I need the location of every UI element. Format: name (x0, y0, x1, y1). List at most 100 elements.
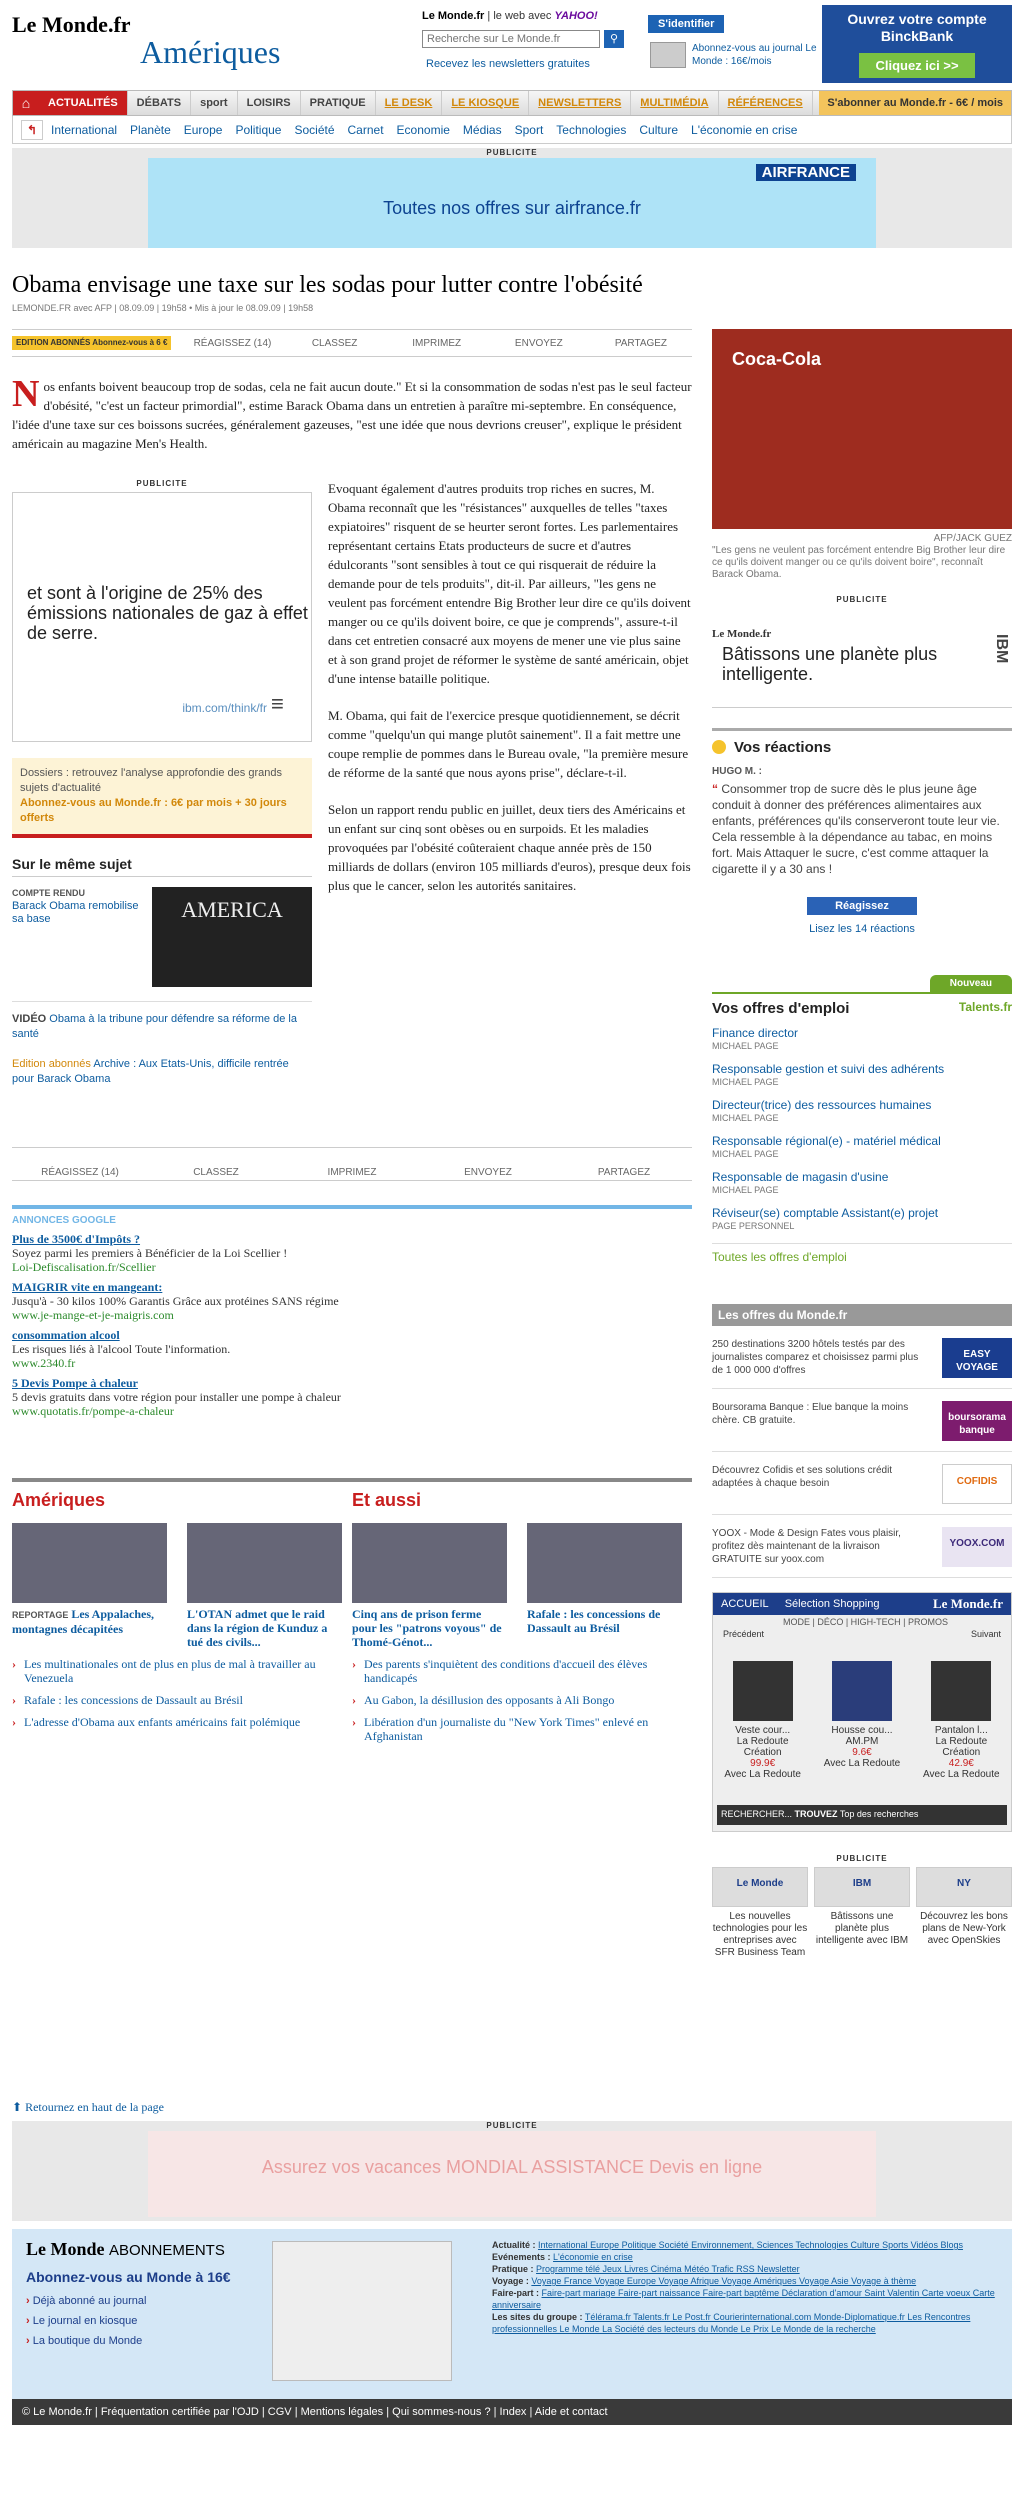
card-image[interactable] (12, 1523, 167, 1603)
send-button[interactable]: ENVOYEZ (420, 1167, 556, 1178)
subnav-societe[interactable]: Société (294, 123, 334, 137)
card-image[interactable] (187, 1523, 342, 1603)
ibm-ad[interactable]: et sont à l'origine de 25% des émissions… (12, 492, 312, 742)
binck-button[interactable]: Cliquez ici >> (859, 53, 975, 78)
job-item[interactable]: Finance director MICHAEL PAGE (712, 1027, 1012, 1053)
offer-text[interactable]: YOOX - Mode & Design Fates vous plaisir,… (712, 1527, 932, 1567)
product-name[interactable]: Housse cou... (822, 1725, 902, 1736)
subscribe-title[interactable]: Abonnez-vous au Monde à 16€ (26, 2269, 231, 2285)
sitemap-links[interactable]: Programme télé Jeux Livres Cinéma Météo … (536, 2264, 800, 2274)
offer-item[interactable]: YOOX - Mode & Design Fates vous plaisir,… (712, 1527, 1012, 1578)
subnav-europe[interactable]: Europe (184, 123, 223, 137)
product-item[interactable]: Veste cour... La Redoute Création 99.9€ Avec… (723, 1661, 803, 1780)
related-link[interactable]: Barack Obama remobilise sa base (12, 900, 139, 925)
product-item[interactable]: Housse cou... AM.PM 9.6€ Avec La Redoute (822, 1661, 902, 1780)
nav-multimedia[interactable]: MULTIMÉDIA (631, 91, 719, 115)
search-input[interactable] (422, 30, 600, 48)
shop-selection-tab[interactable]: Sélection Shopping (777, 1598, 888, 1610)
shop-home-tab[interactable]: ACCUEIL (713, 1598, 777, 1610)
nav-sport[interactable]: sport (191, 91, 238, 115)
ad-url[interactable]: www.quotatis.fr/pompe-a-chaleur (12, 1404, 692, 1418)
share-button[interactable]: PARTAGEZ (556, 1167, 692, 1178)
back-to-top-text[interactable]: Retournez en haut de la page (25, 2100, 164, 2114)
ad-url[interactable]: Loi-Defiscalisation.fr/Scellier (12, 1260, 692, 1274)
binckbank-ad[interactable]: Ouvrez votre compte BinckBank Cliquez ici… (822, 5, 1012, 83)
offer-item[interactable]: 250 destinations 3200 hôtels testés par … (712, 1338, 1012, 1389)
react-cta-button[interactable]: Réagissez (807, 897, 917, 915)
product-name[interactable]: Pantalon l... (921, 1725, 1001, 1736)
subscribe-nav-button[interactable]: S'abonner au Monde.fr - 6€ / mois (819, 91, 1011, 115)
subnav-economie[interactable]: Economie (397, 123, 450, 137)
nav-references[interactable]: RÉFÉRENCES (719, 91, 813, 115)
ad-url[interactable]: www.je-mange-et-je-maigris.com (12, 1308, 692, 1322)
sitemap-links[interactable]: Voyage France Voyage Europe Voyage Afriq… (531, 2276, 916, 2286)
section-link[interactable]: Au Gabon, la désillusion des opposants à… (352, 1693, 692, 1707)
login-button[interactable]: S'identifier (648, 15, 725, 33)
google-ad[interactable]: Plus de 3500€ d'Impôts ? Soyez parmi les … (12, 1232, 692, 1274)
card-image[interactable] (527, 1523, 682, 1603)
section-card[interactable]: L'OTAN admet que le raid dans la région … (187, 1523, 342, 1649)
react-button[interactable]: RÉAGISSEZ (14) (12, 1167, 148, 1178)
card-title[interactable]: L'OTAN admet que le raid dans la région … (187, 1607, 327, 1649)
footer-link[interactable]: Le journal en kiosque (26, 2311, 147, 2331)
nav-le-desk[interactable]: LE DESK (376, 91, 443, 115)
ad-url[interactable]: www.2340.fr (12, 1356, 692, 1370)
offer-item[interactable]: Boursorama Banque : Elue banque la moins… (712, 1401, 1012, 1452)
section-card[interactable]: Cinq ans de prison ferme pour les "patro… (352, 1523, 507, 1649)
job-item[interactable]: Responsable de magasin d'usine MICHAEL PA… (712, 1171, 1012, 1197)
footer-link[interactable]: La boutique du Monde (26, 2331, 147, 2351)
cofidis-logo[interactable]: COFIDIS (942, 1464, 1012, 1504)
job-title[interactable]: Réviseur(se) comptable Assistant(e) proj… (712, 1206, 938, 1220)
offer-text[interactable]: 250 destinations 3200 hôtels testés par … (712, 1338, 932, 1378)
subnav-economie-crise[interactable]: L'économie en crise (691, 123, 797, 137)
shop-category-tabs[interactable]: MODE | DÉCO | HIGH-TECH | PROMOS (713, 1615, 1011, 1627)
section-card[interactable]: Rafale : les concessions de Dassault au … (527, 1523, 682, 1649)
ad-headline[interactable]: Plus de 3500€ d'Impôts ? (12, 1232, 692, 1246)
subnav-culture[interactable]: Culture (639, 123, 678, 137)
classify-button[interactable]: CLASSEZ (284, 338, 386, 349)
newsletters-link[interactable]: Recevez les newsletters gratuites (426, 58, 590, 70)
top-searches-link[interactable]: Top des recherches (840, 1809, 919, 1819)
send-button[interactable]: ENVOYEZ (488, 338, 590, 349)
nav-newsletters[interactable]: NEWSLETTERS (529, 91, 632, 115)
small-ad[interactable]: NY Découvrez les bons plans de New-York a… (916, 1867, 1012, 1959)
nav-actualites[interactable]: ACTUALITÉS (39, 91, 128, 115)
nav-loisirs[interactable]: LOISIRS (238, 91, 301, 115)
google-ad[interactable]: 5 Devis Pompe à chaleur 5 devis gratuits … (12, 1376, 692, 1418)
job-title[interactable]: Responsable de magasin d'usine (712, 1170, 888, 1184)
sitemap-links[interactable]: L'économie en crise (553, 2252, 633, 2262)
product-image[interactable] (732, 1661, 793, 1721)
easyvoyage-logo[interactable]: EASY VOYAGE (942, 1338, 1012, 1378)
sitemap-links[interactable]: Faire-part mariage Faire-part naissance … (492, 2288, 995, 2310)
footer-link[interactable]: Déjà abonné au journal (26, 2291, 147, 2311)
subnav-sport[interactable]: Sport (515, 123, 544, 137)
shop-search-input[interactable]: RECHERCHER... (721, 1809, 792, 1819)
print-button[interactable]: IMPRIMEZ (386, 338, 488, 349)
print-button[interactable]: IMPRIMEZ (284, 1167, 420, 1178)
ibm-side-ad[interactable]: Le Monde.fr Bâtissons une planète plus i… (712, 628, 1012, 708)
react-button[interactable]: RÉAGISSEZ (14) (181, 338, 283, 349)
ad-text[interactable]: Bâtissons une planète plus intelligente … (816, 1911, 908, 1946)
next-button[interactable]: Suivant (971, 1629, 1001, 1639)
ad-text[interactable]: Les nouvelles technologies pour les entr… (713, 1911, 808, 1958)
ad-image[interactable]: IBM (814, 1867, 910, 1907)
ad-text[interactable]: Découvrez les bons plans de New-York ave… (920, 1911, 1008, 1946)
section-card[interactable]: REPORTAGE Les Appalaches, montagnes déca… (12, 1523, 167, 1649)
ad-headline[interactable]: consommation alcool (12, 1328, 692, 1342)
section-link[interactable]: Rafale : les concessions de Dassault au … (12, 1693, 352, 1707)
job-item[interactable]: Réviseur(se) comptable Assistant(e) proj… (712, 1207, 1012, 1233)
subnav-planete[interactable]: Planète (130, 123, 171, 137)
product-image[interactable] (831, 1661, 892, 1721)
job-title[interactable]: Finance director (712, 1026, 798, 1040)
magazines-image[interactable] (272, 2241, 452, 2381)
job-item[interactable]: Responsable régional(e) - matériel médic… (712, 1135, 1012, 1161)
footer-bar[interactable]: © Le Monde.fr | Fréquentation certifiée … (12, 2399, 1012, 2425)
offer-text[interactable]: Boursorama Banque : Elue banque la moins… (712, 1401, 932, 1441)
sitemap-links[interactable]: International Europe Politique Société E… (538, 2240, 963, 2250)
google-ad[interactable]: MAIGRIR vite en mangeant: Jusqu'à - 30 ki… (12, 1280, 692, 1322)
journal-subscribe-link[interactable]: Abonnez-vous au journal Le Monde : 16€/m… (648, 42, 818, 68)
yoox-logo[interactable]: YOOX.COM (942, 1527, 1012, 1567)
nav-le-kiosque[interactable]: LE KIOSQUE (442, 91, 530, 115)
talents-logo[interactable]: Talents.fr (959, 1000, 1012, 1014)
offer-text[interactable]: Découvrez Cofidis et ses solutions crédi… (712, 1464, 932, 1504)
